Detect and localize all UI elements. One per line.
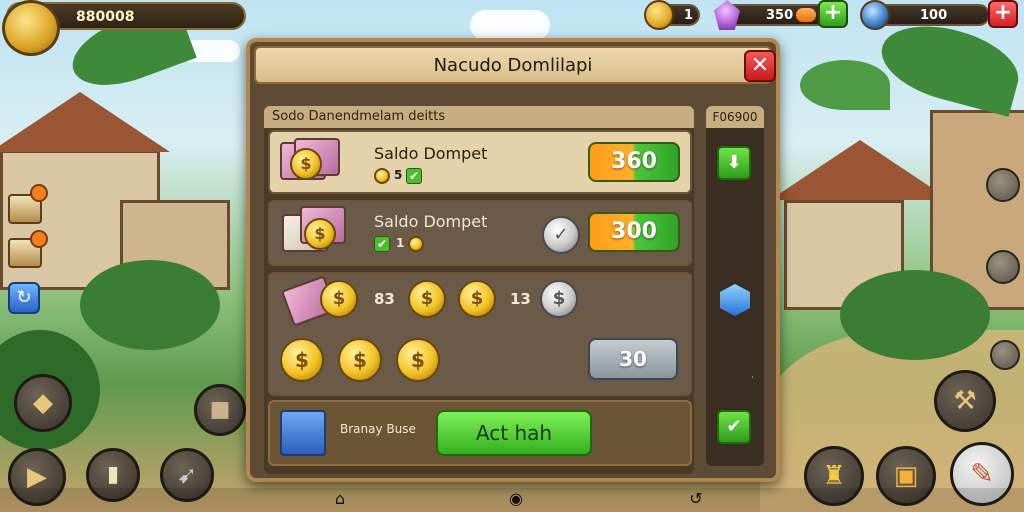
gold-coin-icon[interactable]: $ [280, 338, 324, 382]
coin-value-b: 13 [510, 290, 531, 308]
plus-icon: + [993, 0, 1013, 25]
shield-skill-button[interactable]: ◆ [14, 374, 72, 432]
action-row: Branay Buse Act hah [268, 400, 692, 466]
close-icon: ✕ [750, 53, 770, 78]
action-button[interactable]: Act hah [436, 410, 592, 456]
row-2-mini-value: 1 [396, 236, 405, 250]
refresh-button[interactable]: ↻ [8, 282, 40, 314]
wallet-row-2[interactable]: $ Saldo Dompet ✔ 1 ✓ 300 [268, 200, 692, 266]
craft-button[interactable]: ⚒ [934, 370, 996, 432]
row-2-amount: 300 [611, 219, 657, 244]
wallet-list: Sodo Danendmelam deitts $ Saldo Dompet 5… [264, 106, 694, 474]
row-2-label: Saldo Dompet [374, 212, 488, 231]
row-1-label: Saldo Dompet [374, 144, 488, 163]
coin-icon [644, 0, 674, 30]
footer-label: Branay Buse [340, 422, 416, 436]
silver-coin-icon[interactable]: $ [540, 280, 578, 318]
add-energy-button[interactable]: + [988, 0, 1018, 28]
amount-30-button[interactable]: 30 [588, 338, 678, 380]
settings-button[interactable] [986, 168, 1020, 202]
gold-coin-icon[interactable]: $ [396, 338, 440, 382]
shield-icon [280, 410, 326, 456]
silver-coin-icon: ✓ [542, 216, 580, 254]
download-icon: ⬇ [726, 152, 742, 173]
dialog-title-bar: Nacudo Domlilapi ✕ [254, 46, 776, 84]
plus-icon: + [823, 0, 843, 25]
coin-selection-row: $ 83 $ $ 13 $ $ $ $ 30 [268, 272, 692, 396]
dialog-title: Nacudo Domlilapi [433, 55, 593, 76]
gold-coin-icon[interactable]: $ [320, 280, 358, 318]
side-header: F06900 [706, 106, 764, 128]
check-icon: ✔ [374, 236, 390, 252]
tick-mark: ˙ [750, 376, 755, 387]
check-icon: ✔ [406, 168, 422, 184]
wallet-row-1[interactable]: $ Saldo Dompet 5 ✔ 360 [268, 130, 692, 194]
cards-stack-icon: $ [280, 138, 346, 186]
side-column: F06900 ⬇ ˙ ✔ [706, 106, 764, 466]
side-button[interactable] [990, 340, 1020, 370]
mini-coin-icon [408, 236, 424, 252]
gold-coin-icon[interactable]: $ [458, 280, 496, 318]
map-button[interactable] [986, 250, 1020, 284]
energy-icon [860, 0, 890, 30]
coin-value-a: 83 [374, 290, 395, 308]
action-label: Act hah [475, 421, 553, 445]
row-1-amount-button[interactable]: 360 [588, 142, 680, 182]
confirm-button[interactable]: ✔ [717, 410, 751, 444]
coin-count: 1 [684, 8, 694, 23]
download-button[interactable]: ⬇ [717, 146, 751, 180]
mini-coin-icon [374, 168, 390, 184]
gold-coin-icon[interactable]: $ [338, 338, 382, 382]
gem-fill-bar [795, 8, 816, 22]
box-button[interactable]: ■ [194, 384, 246, 436]
box-icon: ■ [209, 397, 231, 422]
row-2-amount-button[interactable]: 300 [588, 212, 680, 252]
energy-count: 100 [920, 8, 948, 23]
gold-coin-icon[interactable] [2, 0, 60, 56]
hammer-icon: ⚒ [953, 386, 977, 416]
info-icon[interactable]: ◉ [506, 489, 526, 509]
wallet-dialog: Nacudo Domlilapi ✕ Sodo Danendmelam deit… [246, 38, 780, 482]
add-gems-button[interactable]: + [818, 0, 848, 28]
cards-stack-icon: $ [282, 206, 348, 254]
notification-badge [30, 230, 48, 248]
row-1-mini-value: 5 [394, 168, 403, 182]
gold-coin-icon[interactable]: $ [408, 280, 446, 318]
shield-icon: ◆ [33, 388, 53, 418]
row-1-amount: 360 [611, 149, 657, 174]
refresh-icon: ↻ [16, 287, 32, 308]
close-button[interactable]: ✕ [744, 50, 776, 82]
back-icon[interactable]: ↺ [686, 489, 706, 509]
gem-count: 350 [766, 8, 794, 23]
grey-amount: 30 [619, 347, 647, 371]
notification-badge [30, 184, 48, 202]
home-icon[interactable]: ⌂ [330, 489, 350, 509]
check-icon: ✔ [726, 416, 742, 437]
list-header: Sodo Danendmelam deitts [264, 106, 694, 128]
hexagon-gem-icon[interactable] [720, 284, 750, 316]
gold-value: 880008 [76, 9, 135, 25]
